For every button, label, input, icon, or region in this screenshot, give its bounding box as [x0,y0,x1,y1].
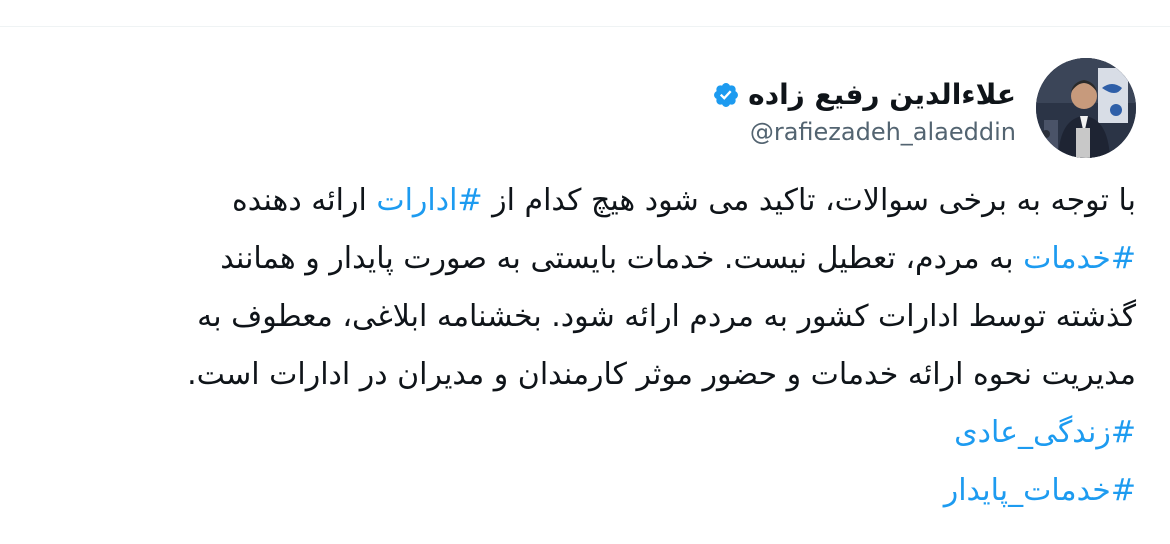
tweet-text-segment: به مردم، تعطیل نیست. خدمات بایستی به صور… [220,241,1024,276]
hashtag-link[interactable]: #زندگی_عادی [954,415,1136,450]
profile-photo-icon [1036,58,1136,158]
tweet-line-5: #زندگی_عادی [31,404,1136,462]
avatar[interactable] [1036,58,1136,158]
hashtag-link[interactable]: #ادارات [376,183,482,218]
tweet-header: علاءالدین رفیع زاده @rafiezadeh_alaeddin [36,58,1136,162]
tweet-line-6: #خدمات_پایدار [31,462,1136,520]
tweet-line-4: مدیریت نحوه ارائه خدمات و حضور موثر کارم… [187,357,1136,392]
hashtag-link[interactable]: #خدمات_پایدار [944,473,1136,508]
author-name[interactable]: علاءالدین رفیع زاده [748,78,1016,112]
verified-badge-icon [714,83,739,107]
tweet-line-1: با توجه به برخی سوالات، تاکید می شود هیچ… [31,172,1136,230]
author-name-row: علاءالدین رفیع زاده [712,78,1016,112]
tweet-line-3: گذشته توسط ادارات کشور به مردم ارائه شود… [197,299,1136,334]
hashtag-link[interactable]: #خدمات [1023,241,1136,276]
tweet-text: با توجه به برخی سوالات، تاکید می شود هیچ… [31,172,1136,520]
tweet-text-segment: ارائه دهنده [231,183,377,218]
author-block: علاءالدین رفیع زاده @rafiezadeh_alaeddin [712,78,1016,146]
top-divider [0,26,1170,27]
tweet-text-segment: با توجه به برخی سوالات، تاکید می شود هیچ… [482,183,1136,218]
author-handle[interactable]: @rafiezadeh_alaeddin [712,118,1016,146]
tweet-line-2: #خدمات به مردم، تعطیل نیست. خدمات بایستی… [31,230,1136,288]
